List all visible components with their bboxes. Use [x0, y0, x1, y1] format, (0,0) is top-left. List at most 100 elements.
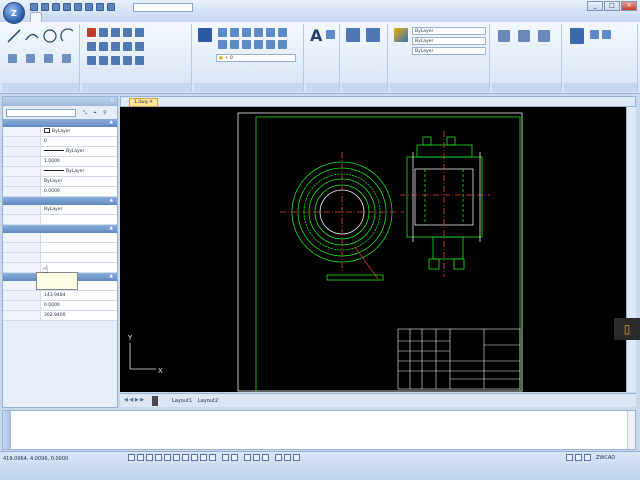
section-plot-style[interactable]: ▲ — [3, 225, 117, 233]
layer-tool-icon[interactable] — [266, 28, 275, 37]
undo-icon[interactable] — [85, 3, 93, 11]
quick-select-icon[interactable]: ⚲ — [101, 109, 109, 117]
property-row[interactable] — [3, 215, 117, 225]
tab-annotate[interactable] — [54, 12, 64, 22]
tray-icon[interactable] — [575, 454, 582, 461]
layer-tool-icon[interactable] — [278, 28, 287, 37]
extend-icon[interactable] — [123, 42, 132, 51]
layer-tool-icon[interactable] — [242, 40, 251, 49]
lineweight-dropdown[interactable]: ByLayer — [412, 47, 486, 55]
arc-tool-icon[interactable] — [60, 28, 76, 44]
layer-tool-icon[interactable] — [230, 40, 239, 49]
rectangle-tool-icon[interactable] — [8, 54, 17, 63]
command-scrollbar[interactable] — [627, 411, 635, 449]
model-space-icon[interactable] — [222, 454, 229, 461]
scale-icon[interactable] — [87, 56, 96, 65]
polyline-tool-icon[interactable] — [24, 28, 40, 44]
select-objects-icon[interactable]: ⌖ — [91, 109, 99, 117]
property-row[interactable]: ByLayer — [3, 147, 117, 157]
trim-icon[interactable] — [111, 42, 120, 51]
cut-icon[interactable] — [590, 30, 599, 39]
pan-icon[interactable] — [244, 454, 251, 461]
tab-model[interactable] — [152, 396, 158, 406]
print-icon[interactable] — [74, 3, 82, 11]
property-row[interactable]: ByLayer — [3, 177, 117, 187]
move-icon[interactable] — [87, 42, 96, 51]
text-tool-icon[interactable]: A — [310, 26, 322, 45]
maximize-button[interactable]: □ — [604, 1, 620, 11]
toggle-pickadd-icon[interactable]: ⤡ — [81, 109, 89, 117]
command-grip[interactable] — [3, 411, 11, 449]
layer-tool-icon[interactable] — [218, 28, 227, 37]
property-row[interactable]: 0.0000 — [3, 187, 117, 197]
workspace-select[interactable] — [133, 3, 193, 12]
customize-qat-icon[interactable] — [107, 3, 115, 11]
array-icon[interactable] — [135, 28, 144, 37]
calculator-icon[interactable] — [538, 30, 550, 42]
grid-toggle-icon[interactable] — [137, 454, 144, 461]
layer-tool-icon[interactable] — [242, 28, 251, 37]
quick-view-icon[interactable] — [231, 454, 238, 461]
copy-clip-icon[interactable] — [602, 30, 611, 39]
chamfer-icon[interactable] — [123, 56, 132, 65]
close-icon[interactable]: ✕ — [149, 100, 153, 105]
match-properties-icon[interactable] — [394, 28, 408, 42]
hatch-tool-icon[interactable] — [26, 54, 35, 63]
property-row[interactable]: ByLayer — [3, 167, 117, 177]
document-tab[interactable]: 1.dwg ✕ — [129, 98, 158, 107]
insert-block-icon[interactable] — [346, 28, 360, 42]
tray-icon[interactable] — [566, 454, 573, 461]
close-button[interactable]: ✕ — [621, 1, 637, 11]
layout-nav-arrows[interactable]: ◀ ◀ ▶ ▶ — [124, 397, 144, 403]
redo-icon[interactable] — [96, 3, 104, 11]
layer-properties-icon[interactable] — [198, 28, 212, 42]
line-tool-icon[interactable] — [6, 28, 22, 44]
layer-tool-icon[interactable] — [218, 40, 227, 49]
fillet-icon[interactable] — [111, 56, 120, 65]
new-file-icon[interactable] — [30, 3, 38, 11]
layer-tool-icon[interactable] — [278, 40, 287, 49]
lock-icon[interactable] — [284, 454, 291, 461]
layer-tool-icon[interactable] — [254, 40, 263, 49]
layer-tool-icon[interactable] — [266, 40, 275, 49]
side-handle-icon[interactable]: ▯ — [614, 318, 640, 340]
tab-parametric[interactable] — [76, 12, 86, 22]
explode-icon[interactable] — [135, 56, 144, 65]
snap-toggle-icon[interactable] — [128, 454, 135, 461]
workspace-switch-icon[interactable] — [275, 454, 282, 461]
property-row[interactable]: ByLayer — [3, 205, 117, 215]
linetype-dropdown[interactable]: ByLayer — [412, 37, 486, 45]
rotate-icon[interactable] — [99, 42, 108, 51]
tab-home[interactable] — [30, 12, 42, 22]
selection-dropdown[interactable] — [6, 109, 76, 117]
polygon-tool-icon[interactable] — [62, 54, 71, 63]
open-file-icon[interactable] — [41, 3, 49, 11]
save-icon[interactable] — [52, 3, 60, 11]
lineweight-toggle-icon[interactable] — [200, 454, 207, 461]
measure-icon[interactable] — [498, 30, 510, 42]
tab-layout1[interactable]: Layout1 — [172, 396, 192, 406]
zoom-icon[interactable] — [253, 454, 260, 461]
tab-manage[interactable] — [98, 12, 108, 22]
ducs-toggle-icon[interactable] — [182, 454, 189, 461]
property-row[interactable] — [3, 243, 117, 253]
property-row[interactable] — [3, 253, 117, 263]
property-row[interactable]: 143.9484 — [3, 291, 117, 301]
layer-tool-icon[interactable] — [230, 28, 239, 37]
tab-output[interactable] — [109, 12, 119, 22]
close-icon[interactable]: ✕ — [110, 97, 114, 106]
osnap-toggle-icon[interactable] — [164, 454, 171, 461]
polar-toggle-icon[interactable] — [155, 454, 162, 461]
minimize-button[interactable]: _ — [587, 1, 603, 11]
break-icon[interactable] — [135, 42, 144, 51]
dimension-icon[interactable] — [326, 30, 335, 39]
tab-view[interactable] — [87, 12, 97, 22]
ellipse-tool-icon[interactable] — [44, 54, 53, 63]
layer-dropdown[interactable]: ● ☀ 0 — [216, 54, 296, 62]
ortho-toggle-icon[interactable] — [146, 454, 153, 461]
annotation-scale-icon[interactable] — [262, 454, 269, 461]
create-block-icon[interactable] — [366, 28, 380, 42]
tab-insert[interactable] — [43, 12, 53, 22]
tray-icon[interactable] — [584, 454, 591, 461]
property-row[interactable]: 0 — [3, 137, 117, 147]
